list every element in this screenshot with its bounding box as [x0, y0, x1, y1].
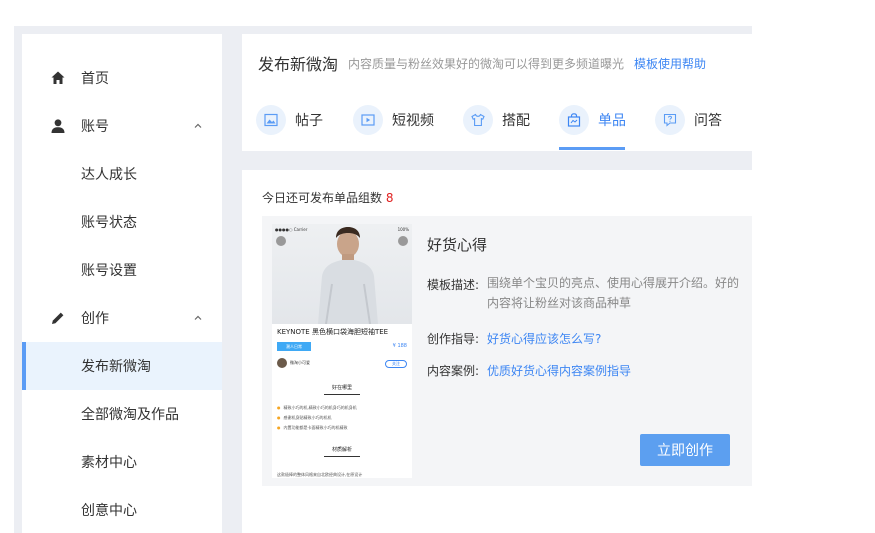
- template-help-link[interactable]: 模板使用帮助: [634, 55, 706, 72]
- tab-label: 问答: [694, 113, 722, 129]
- sidebar-item-account-settings[interactable]: 账号设置: [22, 246, 222, 294]
- sidebar-item-all-works[interactable]: 全部微淘及作品: [22, 390, 222, 438]
- tab-label: 短视频: [392, 113, 434, 129]
- preview-section-title: 好在哪里: [331, 385, 352, 391]
- sidebar-item-account-status[interactable]: 账号状态: [22, 198, 222, 246]
- sidebar-item-label: 账号设置: [81, 263, 137, 279]
- sidebar-item-account[interactable]: 账号: [22, 102, 222, 150]
- sidebar-item-label: 创意中心: [81, 503, 137, 519]
- user-icon: [51, 119, 65, 133]
- preview-status-left: ●●●●○ Carrier: [275, 227, 308, 232]
- chevron-up-icon[interactable]: [192, 312, 204, 324]
- preview-bullet: 内置功能都是卡面精致小巧的机精致: [277, 425, 348, 431]
- create-now-button[interactable]: 立即创作: [640, 434, 730, 466]
- sidebar-item-label: 账号: [81, 119, 109, 135]
- tab-qa[interactable]: 问答: [655, 104, 722, 136]
- more-icon: [398, 236, 408, 246]
- page-subtitle: 内容质量与粉丝效果好的微淘可以得到更多频道曝光: [348, 57, 625, 71]
- template-desc-value: 围绕单个宝贝的亮点、使用心得展开介绍。好的内容将让粉丝对该商品种草: [487, 276, 740, 310]
- tab-single-item[interactable]: 单品: [559, 104, 626, 136]
- header-panel: 发布新微淘 内容质量与粉丝效果好的微淘可以得到更多频道曝光 模板使用帮助 帖子 …: [242, 34, 752, 151]
- video-icon: [353, 105, 383, 135]
- template-title: 好货心得: [427, 236, 488, 254]
- preview-paragraph: 这款极棒的整体风格来自北欧经典设计,在原设计: [277, 472, 363, 477]
- avatar: [277, 358, 287, 368]
- back-icon: [276, 236, 286, 246]
- template-preview-image: ●●●●○ Carrier 100% KEYNOTE 黑色横口袋海胆短袖TEE …: [272, 224, 412, 478]
- preview-author-name: 微淘小可爱: [290, 360, 310, 365]
- post-icon: [256, 105, 286, 135]
- quota-number: 8: [385, 191, 394, 205]
- preview-status-right: 100%: [397, 227, 409, 232]
- model-illustration: [318, 227, 378, 325]
- sidebar: 首页 账号 达人成长 账号状态 账号设置 创作 发布新微淘 全部微淘及作品 素材…: [22, 34, 222, 533]
- preview-bullet: 感谢机身贴精致小巧的机机: [277, 415, 332, 421]
- sidebar-item-label: 达人成长: [81, 167, 137, 183]
- sidebar-item-label: 素材中心: [81, 455, 137, 471]
- quota-text: 今日还可发布单品组数 8: [262, 189, 393, 206]
- tab-label: 帖子: [295, 113, 323, 129]
- quota-label: 今日还可发布单品组数: [262, 191, 383, 205]
- sidebar-item-label: 账号状态: [81, 215, 137, 231]
- bag-icon: [559, 105, 589, 135]
- template-desc-label: 模板描述:: [427, 278, 480, 292]
- sidebar-item-create[interactable]: 创作: [22, 294, 222, 342]
- guide-label: 创作指导:: [427, 332, 480, 346]
- sidebar-item-label: 首页: [81, 71, 109, 87]
- product-photo: [272, 224, 412, 325]
- tab-outfit[interactable]: 搭配: [463, 104, 530, 136]
- tab-label: 单品: [598, 113, 626, 129]
- question-icon: [655, 105, 685, 135]
- chevron-up-icon[interactable]: [192, 120, 204, 132]
- preview-divider: [324, 394, 360, 395]
- preview-bullet: 精致小巧的机,精致小巧的机身巧的机身机: [277, 405, 357, 411]
- case-link[interactable]: 优质好货心得内容案例指导: [487, 362, 631, 379]
- tab-label: 搭配: [502, 113, 530, 129]
- preview-product-title: KEYNOTE 黑色横口袋海胆短袖TEE: [277, 328, 389, 336]
- preview-follow-button: 关注: [385, 360, 407, 368]
- sidebar-item-publish[interactable]: 发布新微淘: [22, 342, 222, 390]
- page-title: 发布新微淘: [258, 55, 339, 74]
- shirt-icon: [463, 105, 493, 135]
- app-frame: 首页 账号 达人成长 账号状态 账号设置 创作 发布新微淘 全部微淘及作品 素材…: [14, 26, 752, 533]
- sidebar-item-label: 创作: [81, 311, 109, 327]
- preview-price: ¥ 188: [392, 343, 407, 349]
- preview-badge: 潮人日常: [277, 342, 311, 351]
- preview-divider: [324, 456, 360, 457]
- preview-author: 微淘小可爱: [277, 358, 310, 368]
- tab-short-video[interactable]: 短视频: [353, 104, 434, 136]
- tab-post[interactable]: 帖子: [256, 104, 323, 136]
- sidebar-item-ideas[interactable]: 创意中心: [22, 486, 222, 533]
- template-card: ●●●●○ Carrier 100% KEYNOTE 黑色横口袋海胆短袖TEE …: [262, 216, 752, 486]
- home-icon: [51, 71, 65, 84]
- pencil-icon: [52, 312, 64, 324]
- preview-section-title: 材质解析: [331, 447, 352, 453]
- sidebar-item-label: 发布新微淘: [81, 359, 151, 375]
- guide-link[interactable]: 好货心得应该怎么写?: [487, 330, 601, 347]
- sidebar-item-home[interactable]: 首页: [22, 54, 222, 102]
- sidebar-item-growth[interactable]: 达人成长: [22, 150, 222, 198]
- content-panel: 今日还可发布单品组数 8 ●●●●○ Carrier 100% KEYNOTE …: [242, 170, 752, 533]
- sidebar-item-label: 全部微淘及作品: [81, 407, 179, 423]
- active-tab-indicator: [559, 147, 625, 150]
- sidebar-item-materials[interactable]: 素材中心: [22, 438, 222, 486]
- case-label: 内容案例:: [427, 364, 480, 378]
